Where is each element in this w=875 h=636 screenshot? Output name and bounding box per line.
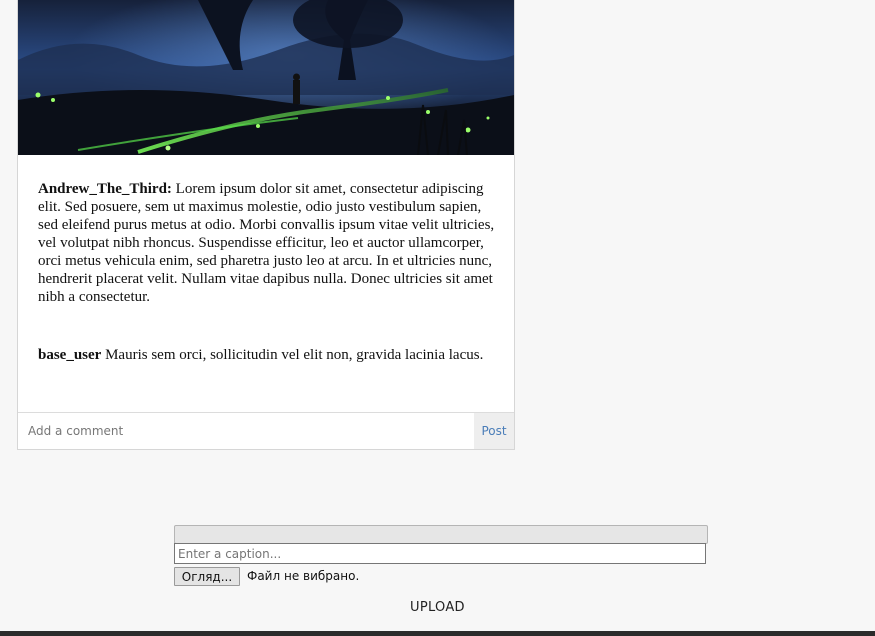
comment-text: Mauris sem orci, sollicitudin vel elit n… bbox=[105, 347, 484, 363]
upload-button[interactable]: UPLOAD bbox=[410, 598, 465, 616]
comment-text: Lorem ipsum dolor sit amet, consectetur … bbox=[38, 181, 495, 305]
upload-progress-bar bbox=[174, 525, 708, 544]
post-card: Andrew_The_Third: Lorem ipsum dolor sit … bbox=[17, 0, 515, 450]
post-button[interactable]: Post bbox=[474, 413, 514, 449]
caption-input[interactable] bbox=[174, 543, 706, 564]
comment-bar: Post bbox=[18, 412, 514, 449]
browse-file-button[interactable]: Огляд... bbox=[174, 567, 240, 586]
post-image bbox=[18, 0, 514, 155]
comment: Andrew_The_Third: Lorem ipsum dolor sit … bbox=[38, 180, 496, 306]
comment-input[interactable] bbox=[18, 413, 474, 449]
comment-author[interactable]: base_user bbox=[38, 347, 101, 363]
window-bottom-edge bbox=[0, 631, 875, 636]
file-status: Файл не вибрано. bbox=[247, 569, 360, 583]
comment-author[interactable]: Andrew_The_Third: bbox=[38, 181, 172, 197]
comment: base_user Mauris sem orci, sollicitudin … bbox=[38, 346, 496, 364]
